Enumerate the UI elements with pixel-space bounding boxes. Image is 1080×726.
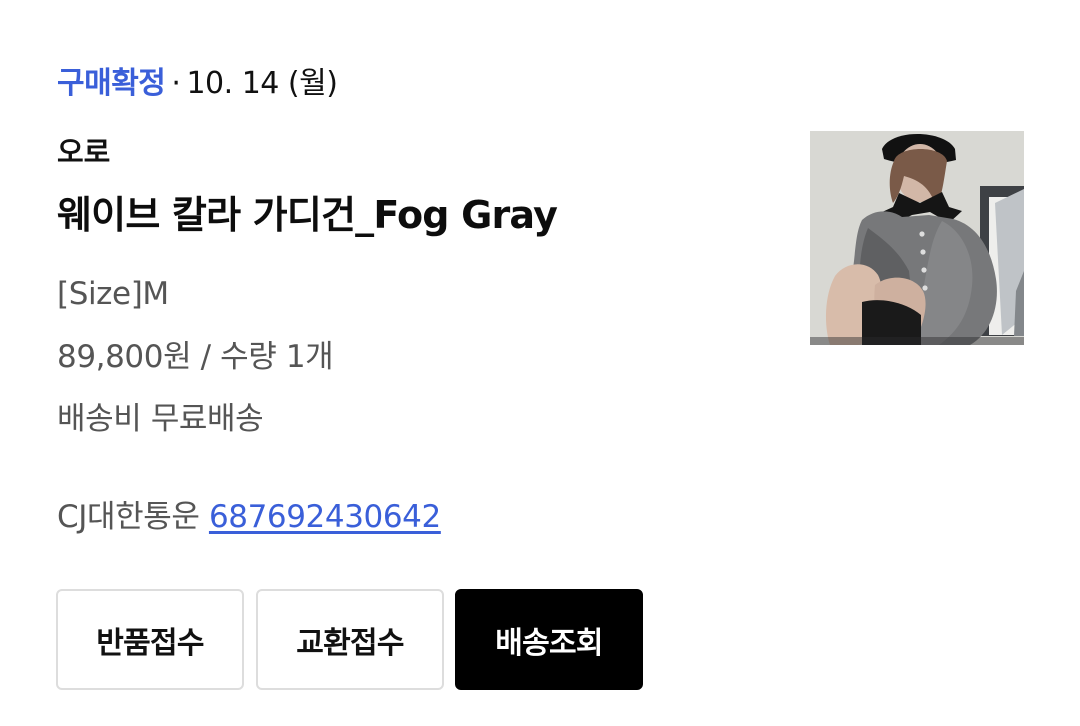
delivery-tracking-button[interactable]: 배송조회 bbox=[455, 589, 643, 690]
product-title[interactable]: 웨이브 칼라 가디건_Fog Gray bbox=[57, 190, 558, 240]
product-photo-image bbox=[810, 131, 1024, 345]
exchange-request-button[interactable]: 교환접수 bbox=[256, 589, 444, 690]
order-status-line: 구매확정 · 10. 14 (월) bbox=[57, 64, 338, 104]
shipping-fee: 배송비 무료배송 bbox=[57, 401, 264, 437]
product-thumbnail[interactable] bbox=[810, 131, 1024, 345]
status-separator: · bbox=[171, 66, 181, 101]
price-quantity: 89,800원 / 수량 1개 bbox=[57, 339, 334, 375]
purchase-confirmed-label: 구매확정 bbox=[57, 66, 166, 101]
product-option: [Size]M bbox=[57, 276, 169, 312]
order-actions: 반품접수 교환접수 배송조회 bbox=[56, 589, 644, 690]
brand-name: 오로 bbox=[57, 135, 111, 169]
carrier-name: CJ대한통운 bbox=[57, 499, 200, 535]
tracking-number-link[interactable]: 687692430642 bbox=[209, 499, 441, 535]
return-request-button[interactable]: 반품접수 bbox=[56, 589, 244, 690]
delivery-info: CJ대한통운 687692430642 bbox=[57, 496, 441, 538]
order-date: 10. 14 (월) bbox=[186, 66, 338, 101]
